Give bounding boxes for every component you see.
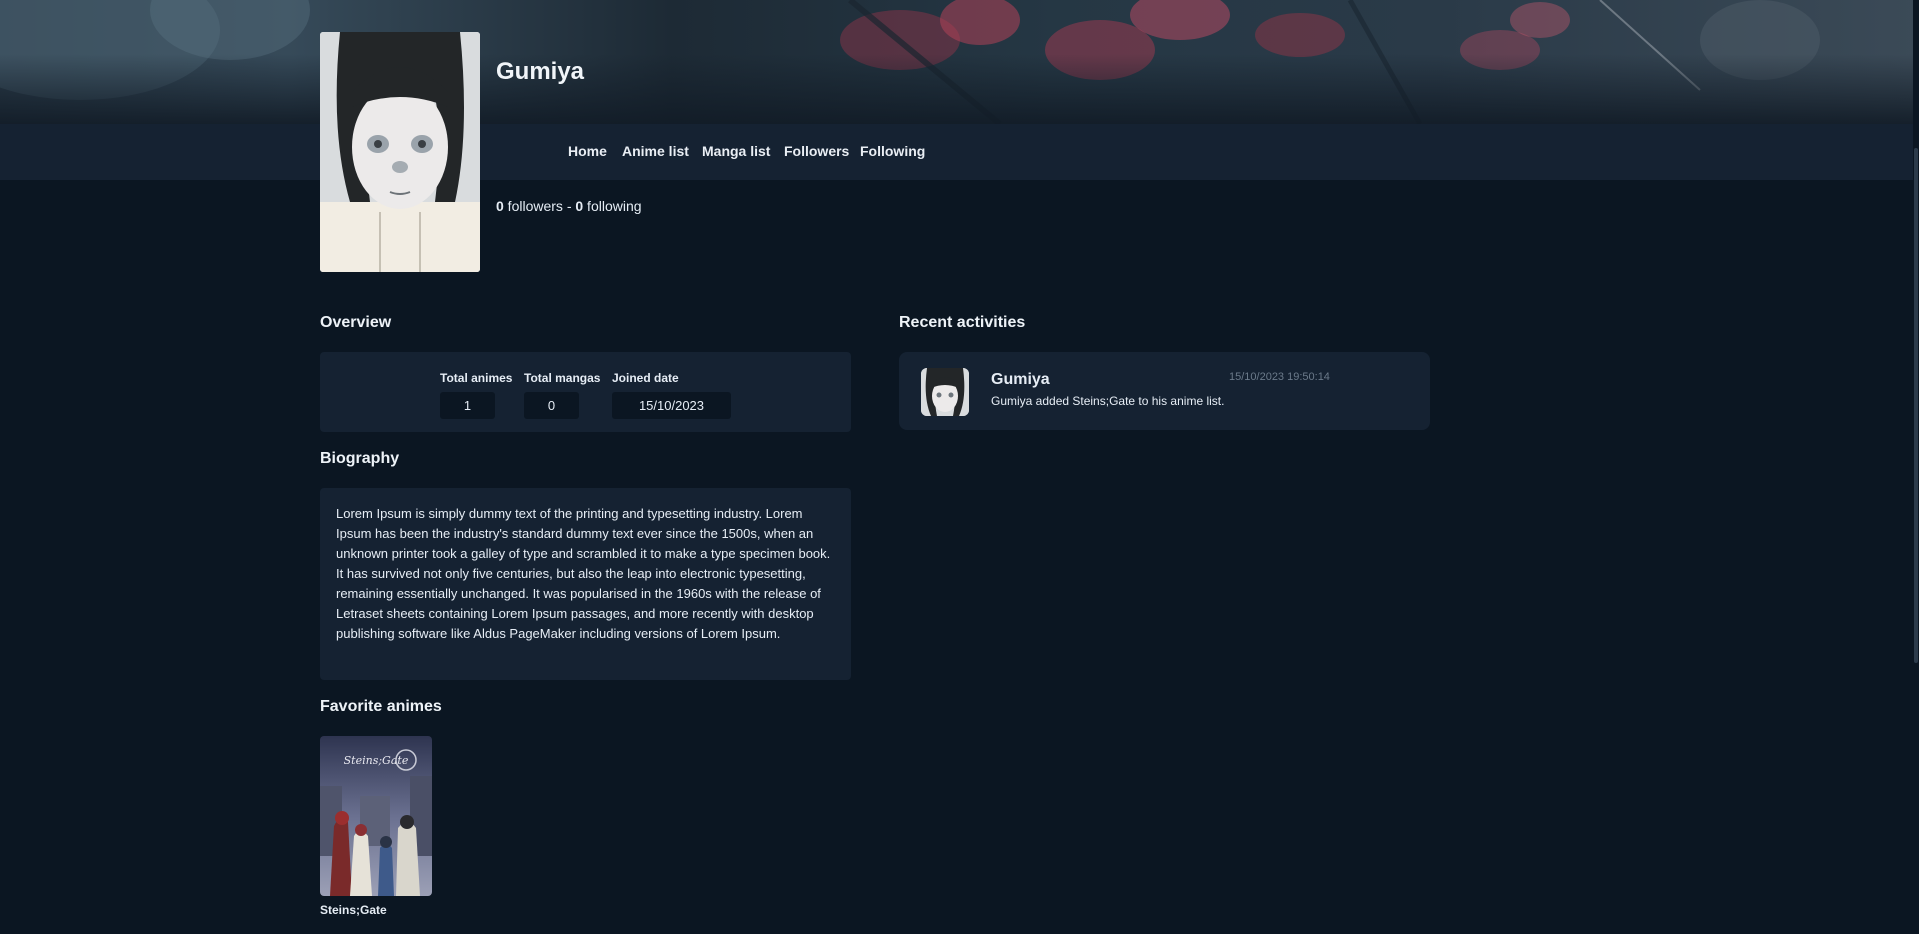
following-label: following	[583, 198, 642, 214]
activity-user[interactable]: Gumiya	[991, 371, 1050, 389]
stat-joined-date-value: 15/10/2023	[612, 392, 731, 419]
nav-anime-list[interactable]: Anime list	[622, 143, 689, 159]
steins-gate-cover-art: Steins;Gate	[320, 736, 432, 896]
profile-banner	[0, 0, 1919, 124]
favorite-anime-title[interactable]: Steins;Gate	[320, 903, 387, 917]
overview-title: Overview	[320, 314, 392, 331]
followers-count: 0	[496, 198, 504, 214]
biography-text: Lorem Ipsum is simply dummy text of the …	[336, 506, 831, 641]
stat-total-animes-label: Total animes	[440, 371, 513, 385]
profile-username: Gumiya	[496, 58, 585, 85]
favorite-anime-cover[interactable]: Steins;Gate	[320, 736, 432, 896]
banner-fade	[0, 54, 1919, 124]
page-scrollbar[interactable]	[1913, 0, 1919, 934]
activity-avatar[interactable]	[921, 368, 969, 416]
profile-navbar: Home Anime list Manga list Followers Fol…	[0, 124, 1919, 180]
nav-manga-list[interactable]: Manga list	[702, 143, 770, 159]
follow-summary: 0 followers - 0 following	[496, 198, 642, 214]
biography-card: Lorem Ipsum is simply dummy text of the …	[320, 488, 851, 680]
nav-followers[interactable]: Followers	[784, 143, 849, 159]
activity-text: Gumiya added Steins;Gate to his anime li…	[991, 394, 1225, 408]
stat-joined-date-label: Joined date	[612, 371, 679, 385]
favorites-title: Favorite animes	[320, 698, 442, 715]
activity-timestamp: 15/10/2023 19:50:14	[1229, 371, 1330, 383]
activity-card: Gumiya 15/10/2023 19:50:14 Gumiya added …	[899, 352, 1430, 430]
nav-home[interactable]: Home	[568, 143, 607, 159]
activities-title: Recent activities	[899, 314, 1026, 331]
biography-title: Biography	[320, 450, 400, 467]
scrollbar-thumb[interactable]	[1914, 148, 1918, 663]
cover-title-text: Steins;Gate	[344, 754, 409, 767]
stat-total-animes-value: 1	[440, 392, 495, 419]
stat-total-mangas-value: 0	[524, 392, 579, 419]
stat-total-mangas-label: Total mangas	[524, 371, 601, 385]
profile-avatar	[320, 32, 480, 272]
following-count: 0	[575, 198, 584, 214]
nav-following[interactable]: Following	[860, 143, 925, 159]
followers-label: followers -	[503, 198, 576, 214]
avatar-illustration	[320, 32, 480, 272]
activity-avatar-illustration	[921, 368, 969, 416]
overview-card: Total animes 1 Total mangas 0 Joined dat…	[320, 352, 851, 432]
